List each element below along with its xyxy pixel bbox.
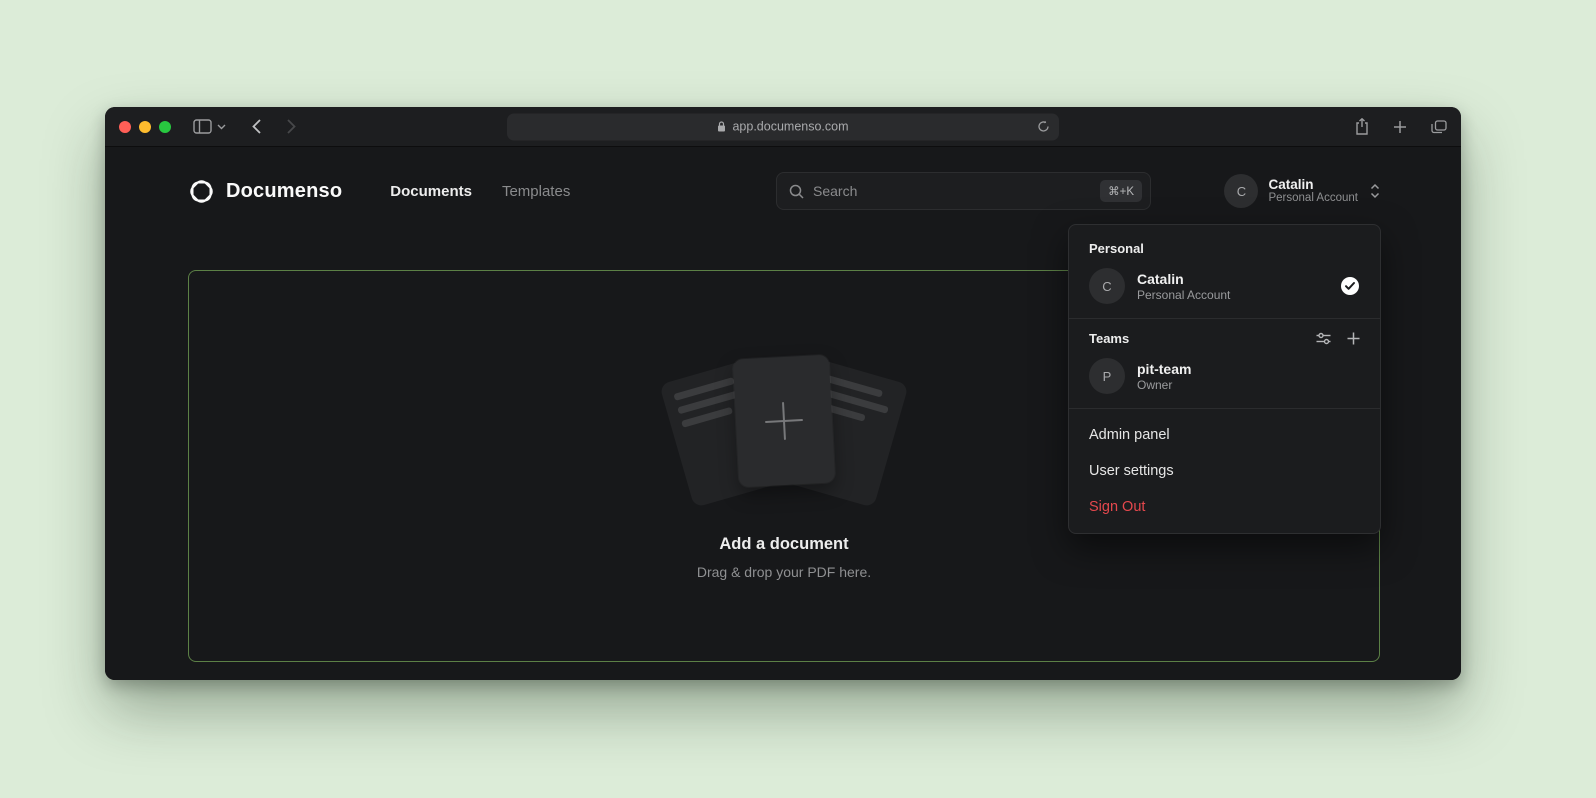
selected-check-icon xyxy=(1340,276,1360,296)
team-name: pit-team xyxy=(1137,362,1191,376)
sidebar-chevron-down-icon[interactable] xyxy=(217,124,226,130)
personal-avatar: C xyxy=(1089,268,1125,304)
back-button[interactable] xyxy=(252,119,261,134)
zoom-window-button[interactable] xyxy=(159,121,171,133)
history-navigation xyxy=(252,119,296,134)
app-header: Documenso Documents Templates ⌘+K C Cata… xyxy=(188,163,1380,219)
menu-personal-account-item[interactable]: C Catalin Personal Account xyxy=(1069,264,1380,316)
minimize-window-button[interactable] xyxy=(139,121,151,133)
manage-teams-icon[interactable] xyxy=(1316,332,1331,345)
menu-item-admin-panel[interactable]: Admin panel xyxy=(1069,417,1380,453)
personal-subtitle: Personal Account xyxy=(1137,289,1230,301)
menu-item-sign-out[interactable]: Sign Out xyxy=(1069,489,1380,525)
add-team-icon[interactable] xyxy=(1347,332,1360,345)
document-card-center xyxy=(733,354,836,487)
nav-documents[interactable]: Documents xyxy=(390,183,472,200)
menu-section-teams-row: Teams xyxy=(1069,327,1380,354)
account-text: Catalin Personal Account xyxy=(1268,178,1358,205)
url-text: app.documenso.com xyxy=(732,120,848,134)
account-dropdown-menu: Personal C Catalin Personal Account Team… xyxy=(1068,224,1381,534)
add-document-plus-icon xyxy=(764,401,804,441)
menu-item-user-settings[interactable]: User settings xyxy=(1069,453,1380,489)
dropzone-title: Add a document xyxy=(719,535,848,554)
address-bar[interactable]: app.documenso.com xyxy=(507,113,1059,140)
toolbar-right-controls xyxy=(1355,118,1447,135)
reload-icon[interactable] xyxy=(1037,120,1050,133)
new-tab-icon[interactable] xyxy=(1393,120,1407,134)
documenso-page: Documenso Documents Templates ⌘+K C Cata… xyxy=(105,147,1461,680)
team-avatar: P xyxy=(1089,358,1125,394)
menu-section-personal: Personal xyxy=(1069,235,1380,264)
browser-window: app.documenso.com xyxy=(105,107,1461,680)
sidebar-toggle-icon[interactable] xyxy=(193,119,212,134)
search-bar[interactable]: ⌘+K xyxy=(776,172,1151,210)
dropzone-subtitle: Drag & drop your PDF here. xyxy=(697,564,871,580)
team-subtitle: Owner xyxy=(1137,379,1191,391)
documenso-logo-icon xyxy=(188,178,215,205)
tab-overview-icon[interactable] xyxy=(1431,120,1447,134)
personal-text: Catalin Personal Account xyxy=(1137,272,1230,301)
traffic-lights xyxy=(119,121,171,133)
forward-button[interactable] xyxy=(287,119,296,134)
menu-team-item[interactable]: P pit-team Owner xyxy=(1069,354,1380,406)
menu-divider xyxy=(1069,318,1380,319)
close-window-button[interactable] xyxy=(119,121,131,133)
browser-toolbar: app.documenso.com xyxy=(105,107,1461,147)
account-subtitle: Personal Account xyxy=(1268,193,1358,205)
share-icon[interactable] xyxy=(1355,118,1369,135)
search-input[interactable] xyxy=(813,183,1091,199)
document-stack-illustration xyxy=(659,353,909,511)
nav-templates[interactable]: Templates xyxy=(502,183,570,200)
search-shortcut-badge: ⌘+K xyxy=(1100,180,1142,202)
brand[interactable]: Documenso xyxy=(188,178,342,205)
account-avatar: C xyxy=(1224,174,1258,208)
account-menu-trigger[interactable]: C Catalin Personal Account xyxy=(1224,174,1380,208)
lock-icon xyxy=(717,121,726,133)
menu-divider xyxy=(1069,408,1380,409)
team-text: pit-team Owner xyxy=(1137,362,1191,391)
search-icon xyxy=(789,184,804,199)
sidebar-controls xyxy=(193,119,226,134)
teams-actions xyxy=(1316,332,1360,345)
main-nav: Documents Templates xyxy=(390,183,570,200)
chevron-up-down-icon xyxy=(1370,183,1380,199)
brand-name: Documenso xyxy=(226,180,342,203)
personal-name: Catalin xyxy=(1137,272,1230,286)
menu-section-teams: Teams xyxy=(1089,331,1129,346)
account-name: Catalin xyxy=(1268,178,1358,192)
